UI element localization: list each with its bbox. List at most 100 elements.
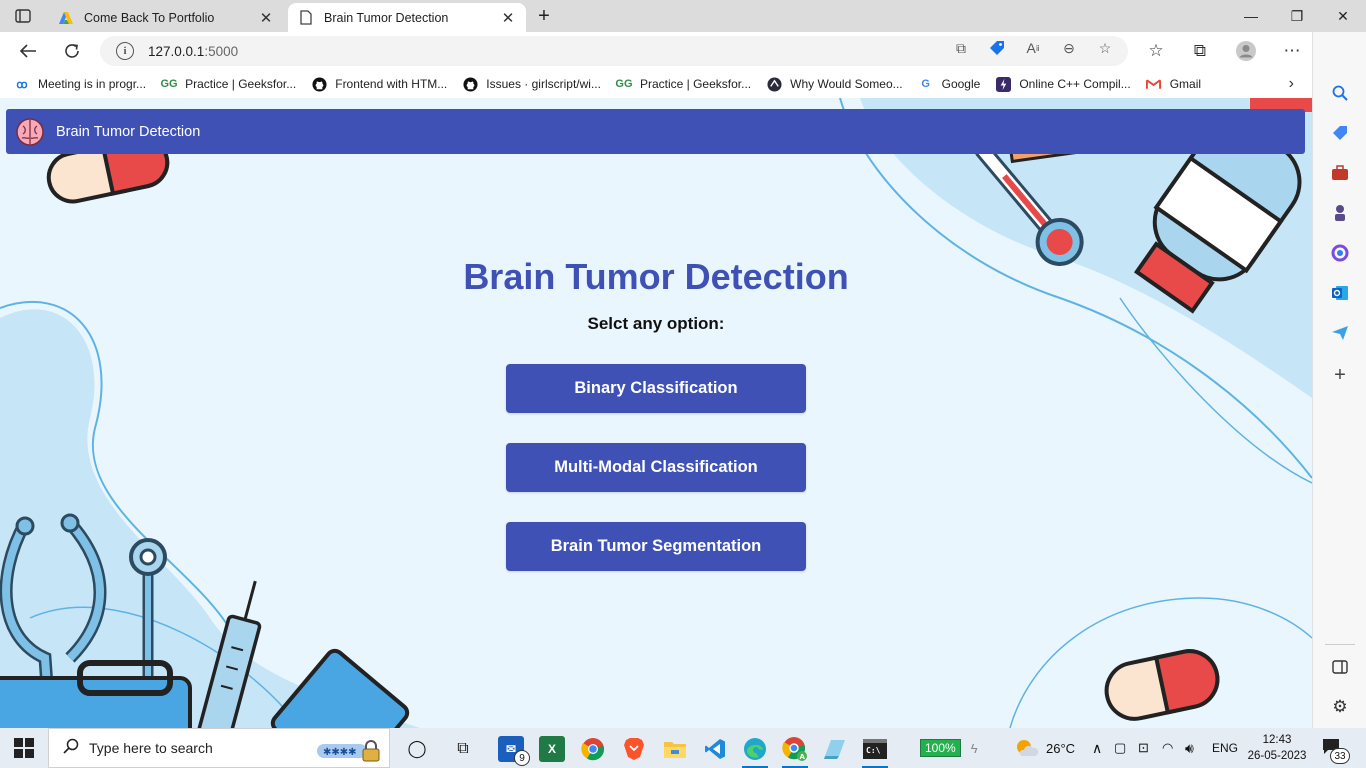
portfolio-favicon-icon	[58, 10, 74, 26]
page-favicon-icon	[298, 10, 314, 26]
binary-classification-button[interactable]: Binary Classification	[506, 364, 806, 413]
open-in-app-icon[interactable]: ⧉	[951, 38, 971, 58]
charging-icon: ϟ	[970, 740, 978, 756]
bookmark-cpp-compiler[interactable]: Online C++ Compil...	[995, 76, 1131, 92]
medical-background-illustration	[0, 98, 1312, 728]
volume-icon[interactable]: 🔊︎	[1185, 728, 1194, 768]
edge-sidebar: + ⚙	[1312, 32, 1366, 728]
task-view-icon[interactable]: ⧉	[450, 736, 476, 762]
multi-modal-classification-button[interactable]: Multi-Modal Classification	[506, 443, 806, 492]
shopping-icon[interactable]	[1327, 120, 1353, 146]
clock[interactable]: 12:43 26-05-2023	[1246, 728, 1308, 768]
close-tab-icon[interactable]: ✕	[500, 9, 516, 27]
refresh-icon[interactable]	[57, 37, 87, 65]
tab-portfolio[interactable]: Come Back To Portfolio ✕	[48, 3, 284, 32]
svg-text:A: A	[800, 753, 806, 761]
collections-icon[interactable]: ⧉	[1185, 37, 1215, 65]
taskbar-search-box[interactable]: Type here to search ✱✱✱✱	[48, 728, 390, 768]
tray-network-status-icon[interactable]: ⊡	[1138, 728, 1149, 768]
sidebar-divider	[1325, 644, 1355, 645]
url-text: 127.0.0.1:5000	[148, 43, 239, 59]
navbar-title[interactable]: Brain Tumor Detection	[56, 124, 200, 140]
bookmark-geeksforgeeks-2[interactable]: GG Practice | Geeksfor...	[615, 76, 751, 92]
mail-badge: 9	[514, 750, 530, 766]
browser-toolbar: i 127.0.0.1:5000 ⧉ Aⅱ ⊖ ☆ ☆ ⧉ ⋯	[0, 32, 1366, 70]
notification-center-icon[interactable]: 33	[1322, 728, 1350, 768]
weather-sun-cloud-icon	[1017, 740, 1038, 756]
webex-icon: ꝏ	[16, 78, 28, 91]
search-icon[interactable]	[1327, 80, 1353, 106]
chevron-right-icon[interactable]: ›	[1289, 75, 1294, 93]
drop-icon[interactable]	[1327, 320, 1353, 346]
battery-meter[interactable]: 100% ϟ	[920, 728, 978, 768]
tray-chevron-up-icon[interactable]: ∧	[1092, 728, 1102, 768]
restore-icon[interactable]: ❐	[1274, 0, 1320, 32]
brave-app-icon[interactable]	[621, 736, 647, 762]
bookmark-gmail[interactable]: Gmail	[1146, 76, 1201, 92]
minimize-icon[interactable]: —	[1228, 0, 1274, 32]
password-lock-icon: ✱✱✱✱	[317, 740, 387, 765]
battery-percent: 100%	[920, 739, 961, 757]
bookmark-issues[interactable]: Issues · girlscript/wi...	[462, 76, 601, 92]
vscode-app-icon[interactable]	[702, 736, 728, 762]
outlook-icon[interactable]	[1327, 280, 1353, 306]
compiler-icon	[995, 76, 1011, 92]
bookmark-why-would[interactable]: Why Would Someo...	[766, 76, 903, 92]
tab-label: Come Back To Portfolio	[84, 10, 215, 25]
profile-avatar-icon[interactable]	[1231, 37, 1261, 65]
bookmark-meeting[interactable]: ꝏ Meeting is in progr...	[14, 76, 146, 92]
close-window-icon[interactable]: ✕	[1320, 0, 1366, 32]
site-info-icon[interactable]: i	[116, 42, 134, 60]
tools-icon[interactable]	[1327, 160, 1353, 186]
tab-strip: Come Back To Portfolio ✕ Brain Tumor Det…	[0, 0, 1366, 32]
office-icon[interactable]	[1327, 240, 1353, 266]
excel-app-icon[interactable]: X	[539, 736, 565, 762]
mail-app-icon[interactable]: ✉ 9	[498, 736, 530, 766]
google-icon: G	[921, 78, 930, 90]
site-icon	[766, 76, 782, 92]
tab-brain-tumor[interactable]: Brain Tumor Detection ✕	[288, 3, 526, 32]
read-aloud-icon[interactable]: Aⅱ	[1023, 38, 1043, 58]
settings-gear-icon[interactable]: ⚙	[1327, 694, 1353, 720]
notification-count: 33	[1330, 748, 1350, 764]
chrome-app-icon[interactable]	[580, 736, 606, 762]
hide-sidebar-icon[interactable]	[1327, 654, 1353, 680]
terminal-app-icon[interactable]: C:\	[862, 736, 888, 762]
add-sidebar-app-icon[interactable]: +	[1327, 362, 1353, 388]
chrome-profile-app-icon[interactable]: A	[782, 736, 808, 762]
more-options-icon[interactable]: ⋯	[1277, 37, 1307, 65]
tray-device-icon[interactable]: ▢	[1114, 728, 1126, 768]
weather-widget[interactable]: 26°C	[1014, 728, 1075, 768]
bookmarks-bar: ꝏ Meeting is in progr... GG Practice | Gee…	[0, 70, 1312, 98]
tab-label: Brain Tumor Detection	[324, 10, 449, 25]
github-icon	[311, 76, 327, 92]
address-bar[interactable]: i 127.0.0.1:5000	[100, 36, 1128, 66]
windows-start-icon[interactable]	[14, 738, 34, 758]
back-icon[interactable]	[13, 37, 43, 65]
add-favorite-icon[interactable]: ☆	[1095, 38, 1115, 58]
bookmark-frontend[interactable]: Frontend with HTM...	[311, 76, 447, 92]
wifi-icon[interactable]: ◠	[1162, 728, 1173, 768]
notes-app-icon[interactable]	[822, 736, 848, 762]
bookmark-geeksforgeeks-1[interactable]: GG Practice | Geeksfor...	[160, 76, 297, 92]
zoom-icon[interactable]: ⊖	[1059, 38, 1079, 58]
weather-temp: 26°C	[1046, 740, 1076, 756]
new-tab-icon[interactable]: +	[533, 4, 555, 28]
bookmark-google[interactable]: G Google	[918, 76, 980, 92]
github-icon	[462, 76, 478, 92]
svg-text:C:\: C:\	[866, 746, 881, 755]
cortana-icon[interactable]: ◯	[404, 736, 430, 762]
favorites-icon[interactable]: ☆	[1141, 37, 1171, 65]
gfg-icon: GG	[160, 78, 178, 90]
language-indicator[interactable]: ENG	[1212, 728, 1238, 768]
svg-text:✱✱✱✱: ✱✱✱✱	[323, 747, 357, 758]
brain-tumor-segmentation-button[interactable]: Brain Tumor Segmentation	[506, 522, 806, 571]
tab-actions-icon[interactable]	[8, 5, 38, 27]
shopping-tag-icon[interactable]	[987, 38, 1007, 58]
games-icon[interactable]	[1327, 200, 1353, 226]
file-explorer-icon[interactable]	[662, 736, 688, 762]
page-title: Brain Tumor Detection	[463, 256, 849, 297]
edge-app-icon[interactable]	[742, 736, 768, 762]
app-navbar: Brain Tumor Detection	[6, 109, 1305, 154]
close-tab-icon[interactable]: ✕	[258, 9, 274, 27]
